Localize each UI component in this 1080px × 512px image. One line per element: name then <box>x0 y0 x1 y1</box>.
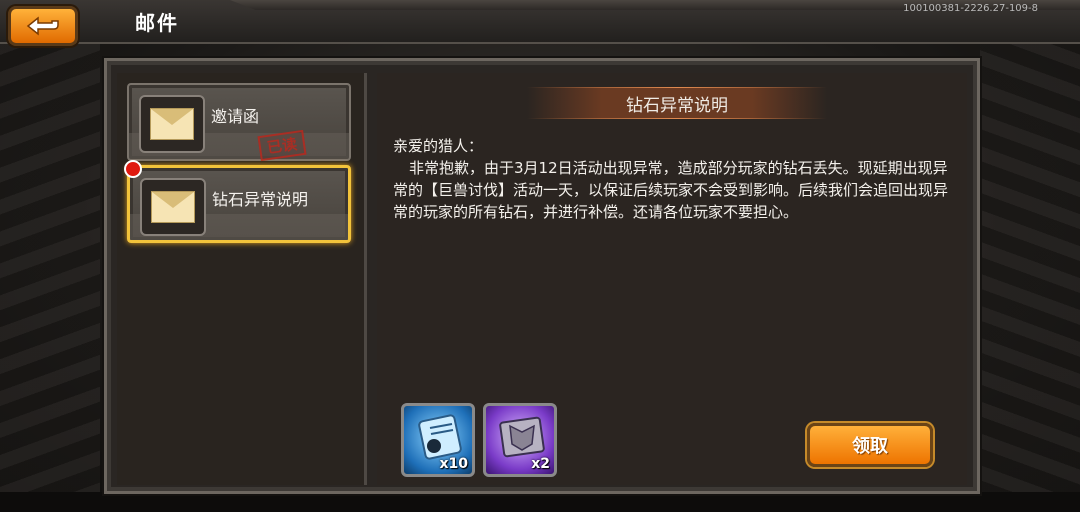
background-pillar-left <box>0 40 100 512</box>
attachment-quantity: x2 <box>531 456 550 472</box>
back-arrow-icon <box>26 16 59 36</box>
mail-list[interactable]: 邀请函 已读 钻石异常说明 <box>117 73 367 485</box>
message-title: 钻石异常说明 <box>626 95 728 116</box>
message-greeting: 亲爱的猎人： <box>393 137 484 155</box>
message-view: 钻石异常说明 亲爱的猎人： 非常抱歉，由于3月12日活动出现异常，造成部分玩家的… <box>377 73 967 485</box>
page-title: 邮件 <box>135 11 179 35</box>
message-header: 钻石异常说明 <box>527 87 827 119</box>
envelope-icon <box>139 95 205 153</box>
mail-item-label: 邀请函 <box>211 107 260 126</box>
version-text: 100100381-2226.27-109-8 <box>903 3 1038 14</box>
purple-armor-item-icon <box>499 416 545 458</box>
message-body: 亲爱的猎人： 非常抱歉，由于3月12日活动出现异常，造成部分玩家的钻石丢失。现延… <box>393 135 953 223</box>
top-bar: 邮件 100100381-2226.27-109-8 <box>0 0 1080 46</box>
message-text: 非常抱歉，由于3月12日活动出现异常，造成部分玩家的钻石丢失。现延期出现异常的【… <box>393 159 949 221</box>
background-floor <box>0 492 1080 512</box>
mail-item-invitation[interactable]: 邀请函 已读 <box>127 83 351 162</box>
attachment-item-2[interactable]: x2 <box>483 403 557 477</box>
mail-item-label: 钻石异常说明 <box>212 190 309 209</box>
background-pillar-right <box>980 40 1080 512</box>
back-button[interactable] <box>8 6 78 46</box>
attachment-quantity: x10 <box>439 456 468 472</box>
attachment-item-1[interactable]: x10 <box>401 403 475 477</box>
envelope-icon <box>140 178 206 236</box>
blue-scroll-item-icon <box>418 414 462 460</box>
unread-dot-icon <box>124 160 142 178</box>
mail-item-diamond-notice[interactable]: 钻石异常说明 <box>124 160 351 243</box>
mail-panel: 邀请函 已读 钻石异常说明 钻石异常说明 亲爱的猎人： 非常抱歉，由于3月12日… <box>104 58 980 494</box>
claim-button[interactable]: 领取 <box>807 423 933 467</box>
